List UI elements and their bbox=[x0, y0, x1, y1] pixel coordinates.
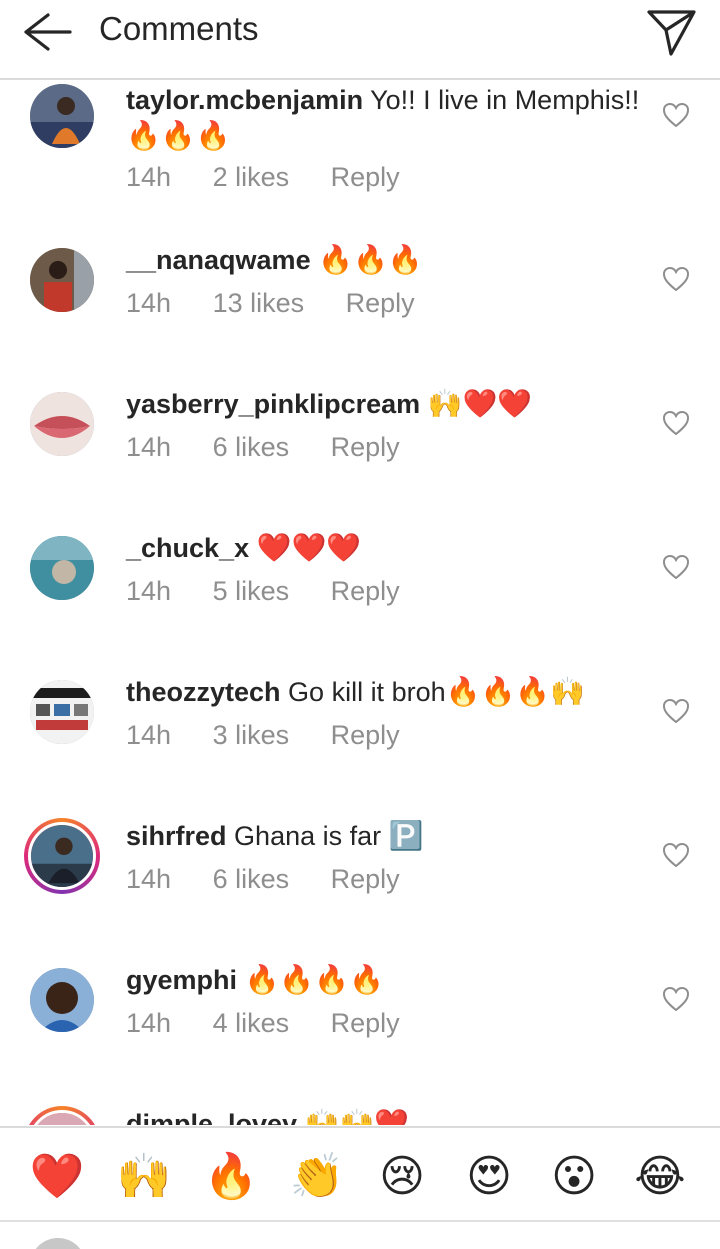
arrow-left-icon bbox=[24, 13, 72, 51]
page-title: Comments bbox=[99, 10, 259, 47]
reaction-laughing-emoji[interactable]: 😂 bbox=[629, 1146, 691, 1208]
comment-likes[interactable]: 5 likes bbox=[213, 576, 290, 606]
quick-reaction-bar: ❤️ 🙌 🔥 👏 😢 😍 😮 😂 bbox=[0, 1126, 720, 1222]
heart-outline-icon[interactable] bbox=[662, 410, 690, 436]
reaction-sad-emoji[interactable]: 😢 bbox=[371, 1146, 433, 1208]
reply-button[interactable]: Reply bbox=[331, 162, 400, 192]
comment-time: 14h bbox=[126, 720, 172, 750]
heart-outline-icon[interactable] bbox=[662, 102, 690, 128]
comment-list[interactable]: taylor.mcbenjamin Yo!! I live in Memphis… bbox=[0, 80, 720, 1125]
comment-username[interactable]: __nanaqwame bbox=[126, 245, 311, 275]
comment-emoji: 🔥🔥🔥 bbox=[126, 119, 231, 152]
avatar[interactable] bbox=[30, 536, 94, 600]
comment-time: 14h bbox=[126, 1008, 172, 1038]
avatar[interactable] bbox=[30, 392, 94, 456]
heart-outline-icon[interactable] bbox=[662, 986, 690, 1012]
comment-likes[interactable]: 3 likes bbox=[213, 720, 290, 750]
comment-emoji: 🔥🔥🔥 bbox=[318, 243, 423, 276]
comment-emoji: 🔥🔥🔥🙌 bbox=[445, 675, 586, 708]
avatar[interactable] bbox=[30, 248, 94, 312]
comment-username[interactable]: yasberry_pinklipcream bbox=[126, 389, 420, 419]
avatar[interactable] bbox=[30, 84, 94, 148]
comment-likes[interactable]: 4 likes bbox=[213, 1008, 290, 1038]
comment-emoji: 🙌🙌❤️ bbox=[304, 1107, 410, 1125]
avatar[interactable] bbox=[24, 1106, 100, 1125]
comment-emoji: 🔥🔥🔥🔥 bbox=[244, 963, 384, 996]
avatar[interactable] bbox=[30, 680, 94, 744]
reply-button[interactable]: Reply bbox=[331, 720, 400, 750]
heart-outline-icon[interactable] bbox=[662, 266, 690, 292]
comment-username[interactable]: gyemphi bbox=[126, 965, 237, 995]
reaction-surprised-emoji[interactable]: 😮 bbox=[543, 1146, 605, 1208]
comment-text: Go kill it broh bbox=[288, 677, 446, 707]
comment-likes[interactable]: 2 likes bbox=[213, 162, 290, 192]
reply-button[interactable]: Reply bbox=[331, 432, 400, 462]
comment-emoji: 🙌❤️❤️ bbox=[427, 387, 533, 420]
reaction-heart-eyes-emoji[interactable]: 😍 bbox=[458, 1146, 520, 1208]
reaction-raised-hands-emoji[interactable]: 🙌 bbox=[113, 1146, 175, 1208]
reply-button[interactable]: Reply bbox=[331, 576, 400, 606]
comment-time: 14h bbox=[126, 162, 172, 192]
comment-time: 14h bbox=[126, 288, 172, 318]
reaction-heart-emoji[interactable]: ❤️ bbox=[26, 1146, 88, 1208]
comment-username[interactable]: sihrfred bbox=[126, 821, 227, 851]
top-bar: Comments bbox=[0, 0, 720, 80]
reply-button[interactable]: Reply bbox=[331, 864, 400, 894]
comment-username[interactable]: theozzytech bbox=[126, 677, 281, 707]
reply-button[interactable]: Reply bbox=[331, 1008, 400, 1038]
comment-likes[interactable]: 6 likes bbox=[213, 864, 290, 894]
comment-username[interactable]: dimple_lovey bbox=[126, 1109, 297, 1125]
heart-outline-icon[interactable] bbox=[662, 698, 690, 724]
comment-emoji: ❤️❤️❤️ bbox=[256, 531, 362, 564]
comment-username[interactable]: taylor.mcbenjamin bbox=[126, 85, 363, 115]
current-user-avatar bbox=[30, 1238, 86, 1249]
reaction-clap-emoji[interactable]: 👏 bbox=[286, 1146, 348, 1208]
reaction-fire-emoji[interactable]: 🔥 bbox=[200, 1146, 262, 1208]
comment-time: 14h bbox=[126, 576, 172, 606]
comment-time: 14h bbox=[126, 864, 172, 894]
comment-emoji: 🅿️ bbox=[388, 819, 424, 852]
back-button[interactable] bbox=[18, 8, 78, 56]
comment-text: Ghana is far bbox=[234, 821, 382, 851]
reply-button[interactable]: Reply bbox=[346, 288, 415, 318]
avatar[interactable] bbox=[24, 818, 100, 894]
comment-time: 14h bbox=[126, 432, 172, 462]
heart-outline-icon[interactable] bbox=[662, 554, 690, 580]
comment-text: Yo!! I live in Memphis!! bbox=[370, 85, 640, 115]
comment-likes[interactable]: 13 likes bbox=[213, 288, 305, 318]
comment-username[interactable]: _chuck_x bbox=[126, 533, 249, 563]
paper-plane-icon bbox=[647, 10, 696, 56]
heart-outline-icon[interactable] bbox=[662, 842, 690, 868]
avatar[interactable] bbox=[30, 968, 94, 1032]
share-button[interactable] bbox=[644, 6, 700, 58]
comment-likes[interactable]: 6 likes bbox=[213, 432, 290, 462]
